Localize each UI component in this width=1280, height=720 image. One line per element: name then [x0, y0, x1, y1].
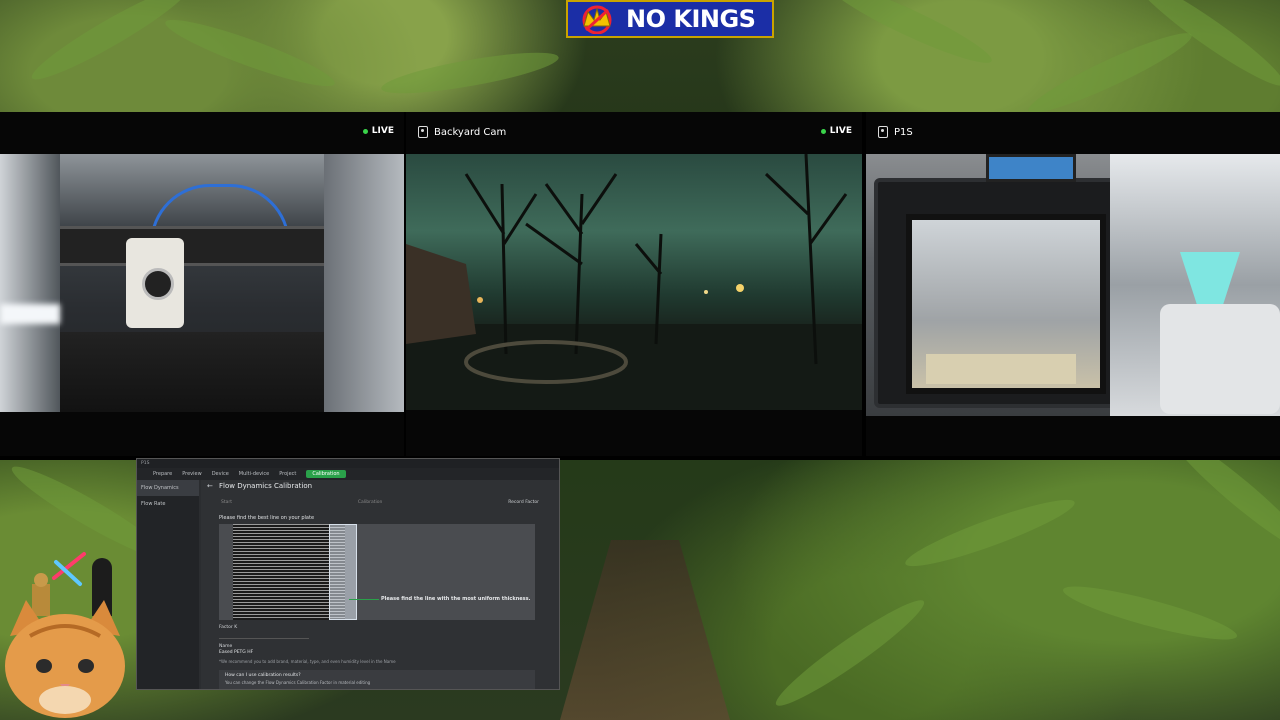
selected-line-highlight[interactable]	[329, 524, 357, 620]
camera-icon	[878, 126, 888, 138]
calibration-plate-image	[233, 524, 357, 620]
calibration-sidebar: Flow Dynamics Flow Rate	[137, 480, 199, 689]
plate-image-panel: Please find the line with the most unifo…	[219, 524, 535, 620]
camera-icon	[418, 126, 428, 138]
camera-panel-backyard[interactable]: Backyard Cam LIVE	[406, 112, 862, 456]
factor-k-input[interactable]	[219, 633, 309, 639]
sidebar-item-flow-rate[interactable]: Flow Rate	[137, 496, 199, 512]
factor-k-label: Factor K	[219, 625, 238, 630]
tab-multi-device[interactable]: Multi-device	[239, 471, 269, 477]
title-bar: P1S	[137, 459, 559, 468]
back-arrow-icon[interactable]: ←	[207, 482, 213, 490]
backyard-feed	[406, 154, 862, 410]
camera-header: Backyard Cam	[406, 112, 862, 152]
faq-question: How can I use calibration results?	[225, 673, 301, 678]
camera-strip: LIVE Backyard Cam LIVE P1S	[0, 112, 1280, 460]
toolhead	[126, 238, 184, 328]
tab-calibration[interactable]: Calibration	[306, 470, 346, 478]
camera-header: P1S	[866, 112, 1280, 152]
live-label: LIVE	[829, 126, 852, 136]
name-label: Name	[219, 644, 233, 649]
hint-text: Please find the line with the most unifo…	[381, 596, 531, 602]
printer-screen	[986, 154, 1076, 182]
step-start: Start	[221, 500, 232, 505]
camera-title: Backyard Cam	[434, 126, 507, 138]
crown-icon	[574, 4, 620, 35]
live-indicator: LIVE	[362, 126, 394, 136]
printer-interior-feed	[0, 154, 404, 412]
step-indicator: Start Calibration Record Factor	[221, 500, 539, 505]
calibration-main: ← Flow Dynamics Calibration Start Calibr…	[201, 480, 559, 689]
live-indicator: LIVE	[820, 126, 852, 136]
tab-preview[interactable]: Preview	[182, 471, 201, 477]
page-title: Flow Dynamics Calibration	[219, 482, 313, 490]
camera-panel-printer[interactable]: LIVE	[0, 112, 404, 456]
live-dot-icon	[362, 128, 368, 134]
camera-panel-p1s[interactable]: P1S	[866, 112, 1280, 456]
tab-project[interactable]: Project	[279, 471, 296, 477]
tab-device[interactable]: Device	[212, 471, 229, 477]
instruction-text: Please find the best line on your plate	[219, 515, 315, 521]
step-calibration: Calibration	[357, 500, 383, 505]
name-input[interactable]: Eased PETG HF	[219, 650, 253, 655]
no-kings-logo: NO KINGS	[566, 0, 774, 38]
faq-box: How can I use calibration results? You c…	[219, 670, 535, 689]
kitten-sticker	[5, 600, 125, 718]
window-title: P1S	[141, 461, 150, 466]
faq-answer: You can change the Flow Dynamics Calibra…	[225, 680, 371, 685]
sidebar-item-flow-dynamics[interactable]: Flow Dynamics	[137, 480, 199, 496]
tab-prepare[interactable]: Prepare	[153, 471, 172, 477]
p1s-room-feed	[866, 154, 1280, 416]
camera-title: P1S	[894, 126, 913, 138]
name-note: *We recommend you to add brand, material…	[219, 659, 396, 664]
live-dot-icon	[820, 128, 826, 134]
slicer-window: P1S Prepare Preview Device Multi-device …	[136, 458, 560, 690]
live-label: LIVE	[371, 126, 394, 136]
step-record-factor: Record Factor	[508, 500, 539, 505]
logo-text: NO KINGS	[626, 5, 756, 33]
top-nav: Prepare Preview Device Multi-device Proj…	[137, 468, 559, 480]
